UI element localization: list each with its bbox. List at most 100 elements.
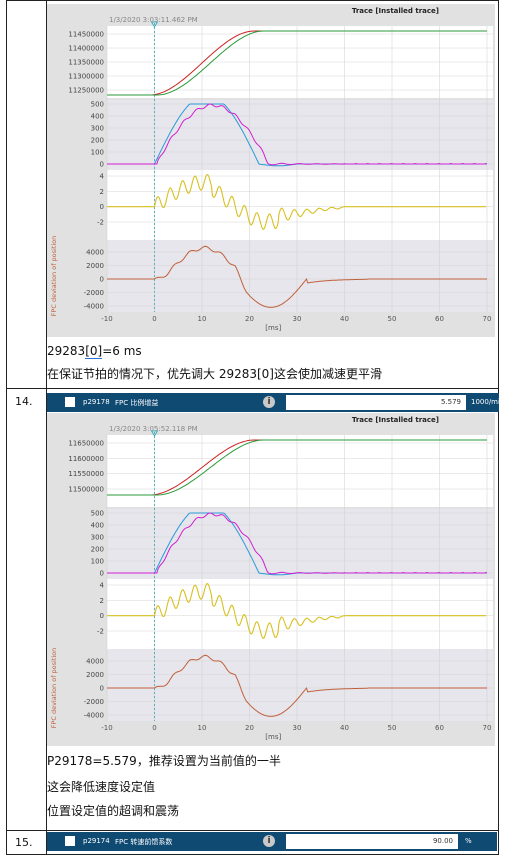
velocity-tick-label: 0: [100, 161, 104, 169]
acceleration-tick-label: 2: [100, 188, 104, 196]
trace-screenshot-2: Trace [Installed trace] 1/3/2020 3:05:52.…: [47, 413, 495, 746]
position-panel: [107, 435, 493, 507]
position-tick-label: 11600000: [68, 455, 104, 463]
acceleration-tick-label: 0: [100, 203, 104, 211]
velocity-tick-label: 200: [91, 546, 104, 554]
row-divider: [7, 388, 498, 389]
deviation-tick-label: 0: [100, 685, 104, 693]
x-tick-label: -10: [101, 724, 112, 732]
param-row-p29174[interactable]: p29174 FPC 转速前馈系数 i 90.00 %: [47, 832, 497, 851]
deviation-axis-label: FPC deviation of position: [50, 236, 58, 317]
velocity-tick-label: 300: [91, 125, 104, 133]
caption-value: =6 ms: [102, 344, 142, 358]
caption-line-3: 位置设定值的超调和震荡: [47, 804, 180, 818]
velocity-tick-label: 200: [91, 137, 104, 145]
velocity-panel: [107, 100, 493, 170]
param-id: p29178: [83, 398, 110, 406]
param-value-field[interactable]: 90.00: [286, 834, 458, 849]
trace-header-title: Trace [Installed trace]: [352, 416, 439, 424]
x-tick-label: 70: [483, 315, 492, 323]
caption-29283: 29283[0]=6 ms: [47, 343, 142, 359]
deviation-axis-label: FPC deviation of position: [50, 648, 58, 729]
position-tick-label: 11650000: [68, 440, 104, 448]
caption-index: [0]: [85, 344, 103, 359]
param-checkbox[interactable]: [65, 836, 75, 846]
x-tick-label: 40: [340, 724, 349, 732]
x-axis-unit: [ms]: [265, 733, 281, 741]
position-tick-label: 11400000: [68, 45, 104, 53]
x-tick-label: 50: [388, 315, 397, 323]
param-id: p29174: [83, 837, 110, 845]
x-tick-label: 0: [152, 315, 156, 323]
x-axis-unit: [ms]: [265, 324, 281, 332]
x-tick-label: 60: [435, 724, 444, 732]
acceleration-tick-label: 0: [100, 612, 104, 620]
deviation-tick-label: -4000: [84, 303, 104, 311]
velocity-tick-label: 400: [91, 113, 104, 121]
x-tick-label: -10: [101, 315, 112, 323]
trace-screenshot-1: Trace [Installed trace] 1/3/2020 3:03:11.…: [47, 4, 495, 337]
trace-plot-2: Trace [Installed trace] 1/3/2020 3:05:52.…: [47, 413, 495, 741]
caption-line-1: P29178=5.579，推荐设置为当前值的一半: [47, 754, 281, 768]
caption-param: 29283: [47, 344, 86, 358]
x-tick-label: 30: [293, 724, 302, 732]
position-tick-label: 11300000: [68, 73, 104, 81]
row-number-15: 15.: [15, 836, 33, 849]
acceleration-tick-label: 4: [100, 173, 105, 181]
deviation-panel: [107, 240, 493, 312]
velocity-tick-label: 300: [91, 534, 104, 542]
velocity-tick-label: 500: [91, 510, 104, 518]
velocity-panel: [107, 509, 493, 579]
deviation-tick-label: 4000: [86, 658, 104, 666]
param-name: FPC 转速前馈系数: [115, 838, 173, 846]
deviation-tick-label: -2000: [84, 698, 104, 706]
param-checkbox[interactable]: [65, 397, 75, 407]
info-icon[interactable]: i: [263, 396, 275, 408]
acceleration-tick-label: 4: [100, 582, 105, 590]
param-value-field[interactable]: 5.579: [286, 395, 466, 410]
x-tick-label: 40: [340, 315, 349, 323]
velocity-tick-label: 400: [91, 522, 104, 530]
position-tick-label: 11550000: [68, 470, 104, 478]
deviation-tick-label: -2000: [84, 289, 104, 297]
velocity-tick-label: 100: [91, 558, 104, 566]
deviation-panel: [107, 649, 493, 721]
deviation-tick-label: 0: [100, 276, 104, 284]
x-tick-label: 20: [245, 724, 254, 732]
x-tick-label: 10: [198, 724, 207, 732]
acceleration-tick-label: 2: [100, 597, 104, 605]
row-number-14: 14.: [15, 395, 33, 408]
param-unit: %: [465, 837, 472, 845]
deviation-tick-label: -4000: [84, 712, 104, 720]
trace-plot-1: Trace [Installed trace] 1/3/2020 3:03:11.…: [47, 4, 495, 332]
deviation-tick-label: 2000: [86, 671, 104, 679]
trace-timestamp: 1/3/2020 3:03:11.462 PM: [109, 16, 198, 24]
param-unit: 1000/min: [471, 398, 499, 406]
position-tick-label: 11450000: [68, 31, 104, 39]
x-tick-label: 0: [152, 724, 156, 732]
row-divider: [7, 830, 498, 831]
velocity-tick-label: 500: [91, 101, 104, 109]
position-tick-label: 11250000: [68, 87, 104, 95]
x-tick-label: 20: [245, 315, 254, 323]
caption-line-2: 这会降低速度设定值: [47, 780, 156, 794]
x-tick-label: 50: [388, 724, 397, 732]
param-row-p29178[interactable]: p29178 FPC 比例增益 i 5.579 1000/min: [47, 393, 499, 412]
position-tick-label: 11500000: [68, 486, 104, 494]
deviation-tick-label: 4000: [86, 249, 104, 257]
trace-timestamp: 1/3/2020 3:05:52.118 PM: [109, 425, 198, 433]
x-tick-label: 10: [198, 315, 207, 323]
caption-note: 在保证节拍的情况下，优先调大 29283[0]这会使加减速更平滑: [47, 367, 382, 381]
acceleration-tick-label: -2: [97, 628, 104, 636]
x-tick-label: 30: [293, 315, 302, 323]
info-icon[interactable]: i: [263, 835, 275, 847]
velocity-tick-label: 100: [91, 149, 104, 157]
x-tick-label: 60: [435, 315, 444, 323]
param-name: FPC 比例增益: [115, 399, 159, 407]
acceleration-tick-label: -2: [97, 219, 104, 227]
velocity-tick-label: 0: [100, 570, 104, 578]
position-tick-label: 11350000: [68, 59, 104, 67]
deviation-tick-label: 2000: [86, 262, 104, 270]
x-tick-label: 70: [483, 724, 492, 732]
trace-header-title: Trace [Installed trace]: [352, 7, 439, 15]
